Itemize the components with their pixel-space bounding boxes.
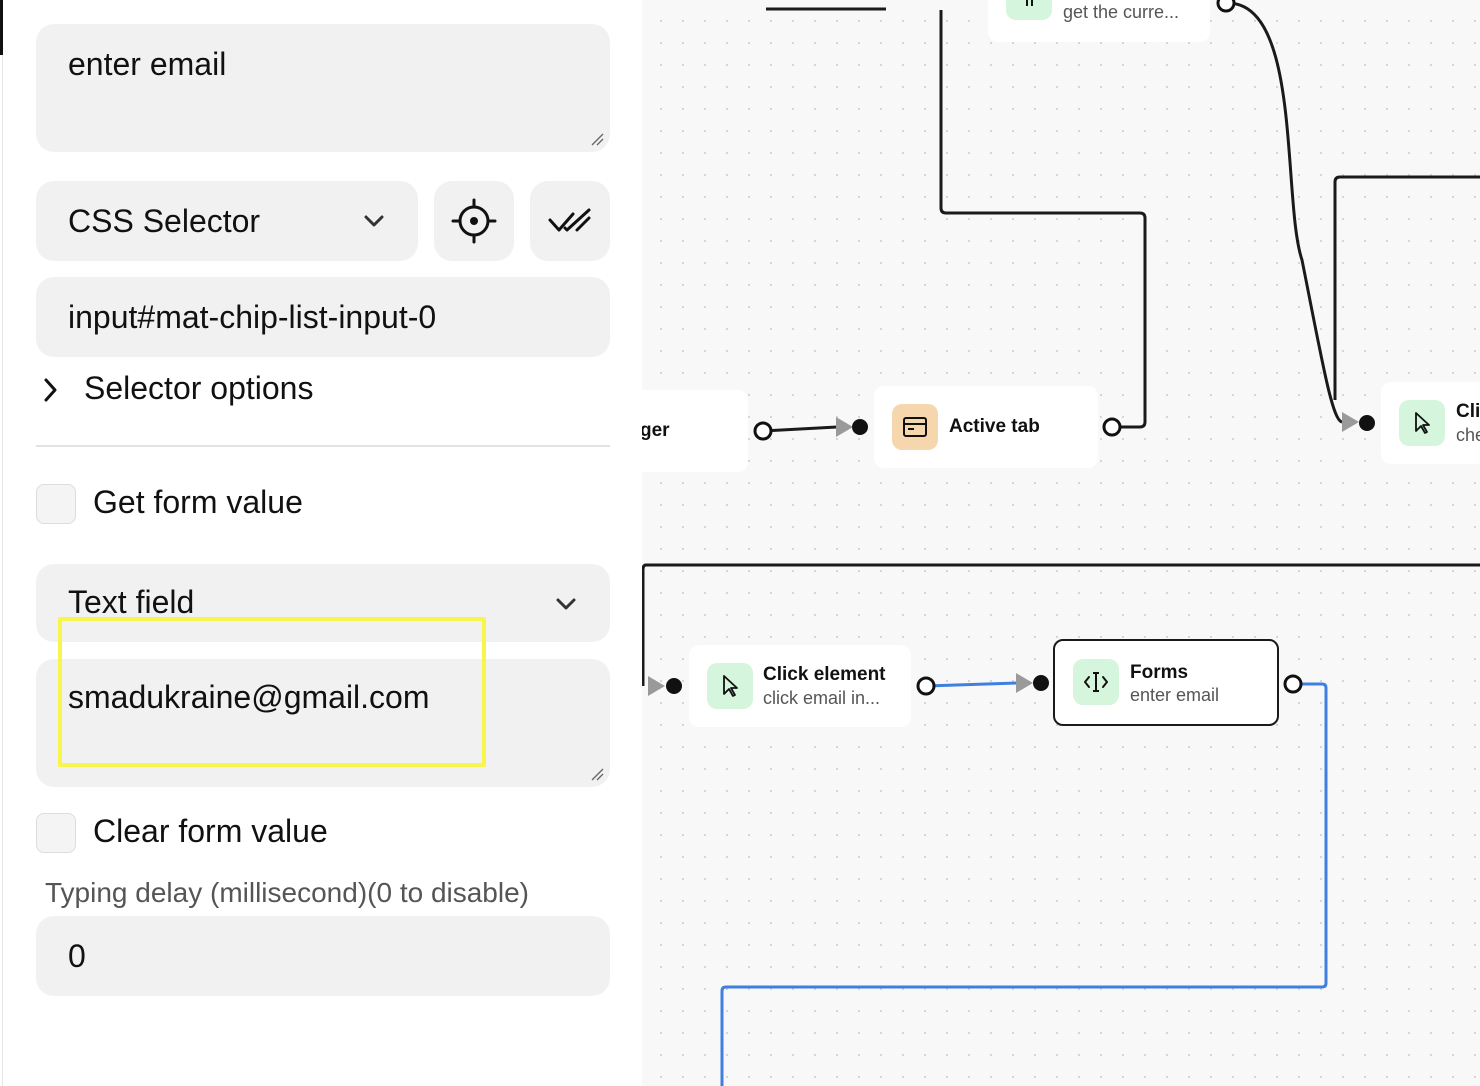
wire-selected [925, 681, 1018, 688]
node-trigger[interactable]: ger [642, 390, 748, 472]
input-handle[interactable] [1033, 675, 1049, 691]
browser-window-icon [903, 417, 927, 437]
arrow-icon [836, 417, 853, 437]
selector-input[interactable]: input#mat-chip-list-input-0 [36, 277, 610, 357]
description-text: enter email [68, 46, 227, 82]
input-handle[interactable] [1359, 415, 1375, 431]
highlight-box [58, 617, 486, 767]
chevron-down-icon [556, 598, 576, 610]
cursor-icon [1415, 412, 1430, 434]
selector-input-value: input#mat-chip-list-input-0 [68, 299, 437, 335]
output-handle[interactable] [1283, 674, 1303, 694]
node-top-partial[interactable]: get the curre... [988, 0, 1210, 42]
node-subtitle: che [1456, 425, 1480, 445]
resize-handle-icon[interactable] [590, 767, 604, 781]
node-title: Forms [1130, 662, 1189, 683]
selector-options-toggle[interactable]: Selector options [36, 370, 436, 410]
input-handle[interactable] [666, 678, 682, 694]
text-icon [1026, 0, 1033, 6]
node-icon [1073, 659, 1119, 705]
verify-selector-button[interactable] [530, 181, 610, 261]
clear-form-value-checkbox[interactable] [36, 813, 76, 853]
chevron-right-icon [44, 378, 57, 402]
output-handle[interactable] [1216, 0, 1236, 13]
crosshair-icon [451, 198, 497, 244]
resize-handle-icon[interactable] [590, 132, 604, 146]
clear-form-value-label: Clear form value [93, 813, 328, 849]
output-handle[interactable] [1102, 417, 1122, 437]
output-handle[interactable] [753, 421, 773, 441]
selector-type-value: CSS Selector [68, 203, 261, 239]
wire [1333, 175, 1480, 400]
arrow-icon [1016, 673, 1033, 693]
input-handle[interactable] [852, 419, 868, 435]
selector-type-select[interactable]: CSS Selector [36, 181, 418, 261]
typing-delay-input[interactable]: 0 [36, 916, 610, 996]
node-forms[interactable]: Forms enter email [1053, 639, 1279, 726]
node-active-tab[interactable]: Active tab [874, 386, 1098, 468]
wires-layer [642, 0, 1480, 1086]
description-textarea[interactable]: enter email [36, 24, 610, 152]
node-subtitle: enter email [1130, 685, 1220, 705]
divider [36, 445, 610, 447]
arrow-icon [1342, 412, 1359, 432]
node-title: ger [642, 420, 670, 441]
wire [762, 425, 838, 433]
node-subtitle: get the curre... [1063, 2, 1180, 22]
node-title: Active tab [949, 416, 1040, 437]
select-element-button[interactable] [434, 181, 514, 261]
node-subtitle: click email in... [763, 688, 881, 708]
chevron-down-icon [364, 215, 384, 227]
selector-options-label: Selector options [84, 370, 314, 406]
cursor-icon [723, 675, 738, 697]
node-icon [892, 404, 938, 450]
wire [939, 10, 1147, 429]
node-title: Cli [1456, 401, 1480, 422]
get-form-value-checkbox[interactable] [36, 484, 76, 524]
node-icon [1399, 400, 1445, 446]
block-settings-panel: enter email CSS Selector input#mat-chip- [0, 0, 642, 1086]
output-handle[interactable] [916, 676, 936, 696]
node-title: Click element [763, 664, 886, 685]
node-click-partial[interactable]: Cli che [1381, 382, 1480, 464]
typing-delay-value: 0 [68, 938, 86, 974]
wire-selected [720, 682, 1328, 1086]
form-type-value: Text field [68, 584, 195, 620]
node-click-element[interactable]: Click element click email in... [689, 645, 911, 727]
workflow-canvas[interactable]: get the curre... ger Active tab Cli che [642, 0, 1480, 1086]
panel-border [2, 55, 3, 1086]
arrow-icon [648, 676, 665, 696]
node-icon [1006, 0, 1052, 20]
text-cursor-icon [1084, 672, 1108, 692]
double-check-icon [548, 208, 591, 232]
node-icon [707, 663, 753, 709]
typing-delay-label: Typing delay (millisecond)(0 to disable) [45, 877, 529, 908]
panel-edge [0, 0, 3, 55]
wire [1225, 1, 1343, 424]
get-form-value-label: Get form value [93, 484, 303, 520]
